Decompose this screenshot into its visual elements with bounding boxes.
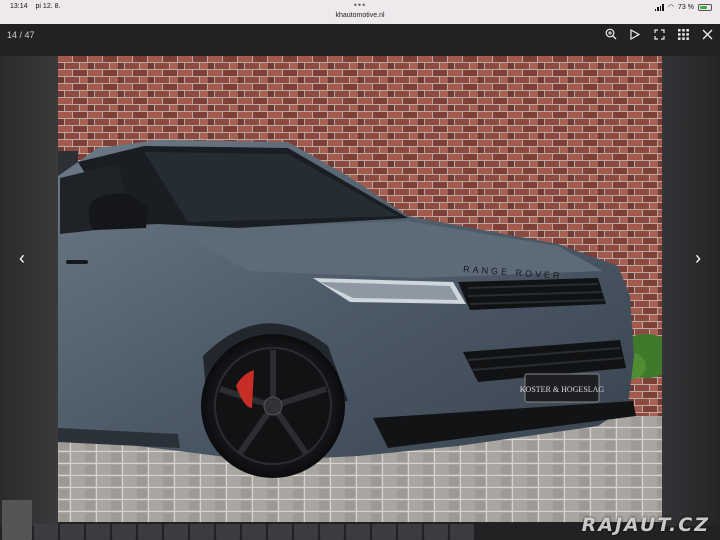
battery-icon (698, 3, 712, 11)
thumbnail[interactable] (268, 524, 292, 540)
photo-counter: 14 / 47 (7, 30, 35, 40)
more-dots-icon[interactable]: ••• (0, 1, 720, 10)
thumbnail[interactable] (138, 524, 162, 540)
next-arrow-icon[interactable]: › (688, 246, 708, 270)
watermark: RAJAUT.CZ (581, 514, 710, 536)
close-icon[interactable] (700, 27, 714, 41)
photo-gallery: 14 / 47 ‹ › RANGE ROVER KOSTER & HOGESLA… (0, 24, 720, 540)
wifi-icon: ◠ (667, 4, 675, 11)
thumbnail[interactable] (190, 524, 214, 540)
thumbnail[interactable] (164, 524, 188, 540)
thumbnail[interactable] (216, 524, 240, 540)
thumbnail[interactable] (424, 524, 448, 540)
previous-arrow-icon[interactable]: ‹ (12, 246, 32, 270)
thumbnail[interactable] (398, 524, 422, 540)
grid-icon[interactable] (676, 27, 690, 41)
battery-percent: 73 % (678, 3, 694, 11)
play-icon[interactable] (628, 27, 642, 41)
thumbnail[interactable] (372, 524, 396, 540)
status-bar: 13:14 pi 12. 8. ••• khautomotive.nl ◠ 73… (0, 0, 720, 24)
thumbnail[interactable] (242, 524, 266, 540)
number-plate-text: KOSTER & HOGESLAG (520, 385, 605, 394)
fullscreen-icon[interactable] (652, 27, 666, 41)
main-photo: RANGE ROVER KOSTER & HOGESLAG (58, 56, 662, 522)
thumbnail[interactable] (346, 524, 370, 540)
zoom-in-icon[interactable] (604, 27, 618, 41)
thumbnail[interactable] (320, 524, 344, 540)
next-photo-preview[interactable] (662, 56, 720, 526)
thumbnail[interactable] (86, 524, 110, 540)
address-bar-url[interactable]: khautomotive.nl (0, 12, 720, 19)
thumbnail[interactable] (112, 524, 136, 540)
gallery-toolbar (604, 27, 714, 41)
signal-icon (654, 3, 664, 11)
thumbnail[interactable] (450, 524, 474, 540)
thumbnail[interactable] (294, 524, 318, 540)
previous-photo-preview[interactable] (0, 56, 58, 526)
thumbnail-active[interactable] (2, 500, 32, 540)
thumbnail[interactable] (60, 524, 84, 540)
thumbnail[interactable] (34, 524, 58, 540)
